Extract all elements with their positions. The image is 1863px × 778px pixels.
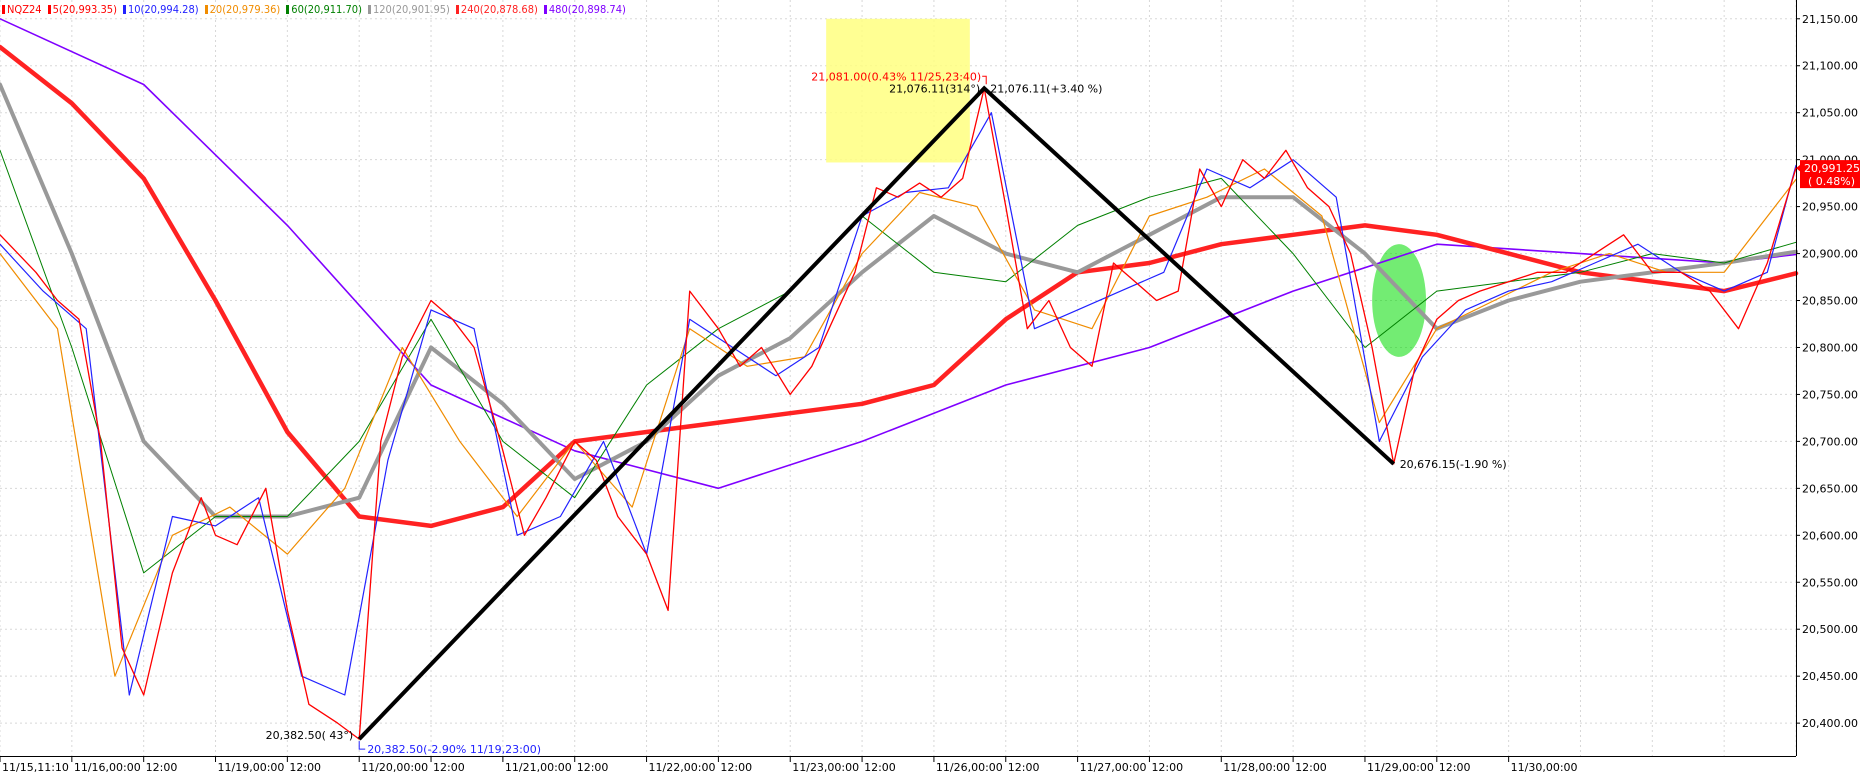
legend-swatch [286, 5, 290, 14]
y-tick-label: 20,800.00 [1802, 341, 1858, 354]
x-tick-label: 12:00 [864, 761, 896, 774]
legend-label: 240(20,878.68) [460, 3, 538, 16]
trough-label: 20,676.15(-1.90 %) [1400, 458, 1507, 471]
legend-swatch [122, 5, 126, 14]
x-tick-label: 11/23,00:00 [792, 761, 859, 774]
y-tick-label: 20,500.00 [1802, 623, 1858, 636]
legend-swatch [47, 5, 51, 14]
legend: NQZ24 5(20,993.35) 10(20,994.28) 20(20,979.… [2, 2, 632, 18]
x-tick-label: 12:00 [1008, 761, 1040, 774]
x-tick-label: 12:00 [146, 761, 178, 774]
annotations: 21,081.00(0.43% 11/25,23:40)21,076.11(31… [266, 70, 1860, 756]
low-bottom-label: 20,382.50(-2.90% 11/19,23:00) [367, 743, 541, 756]
y-tick-label: 20,400.00 [1802, 717, 1858, 730]
y-tick-label: 21,100.00 [1802, 60, 1858, 73]
x-tick-label: 12:00 [289, 761, 321, 774]
series-line-10 [0, 112, 1797, 696]
x-tick-label: 12:00 [1151, 761, 1183, 774]
low-bottom-marker [358, 741, 366, 750]
peak-right-label: 21,076.11(+3.40 %) [990, 82, 1102, 95]
x-tick-label: 11/28,00:00 [1223, 761, 1290, 774]
x-tick-label: 11/30,00:00 [1511, 761, 1578, 774]
legend-swatch [367, 5, 371, 14]
legend-swatch [2, 5, 5, 14]
legend-item: 60(20,911.70) [286, 3, 362, 16]
y-tick-label: 20,750.00 [1802, 388, 1858, 401]
x-tick-label: 11/15,11:10 [2, 761, 69, 774]
legend-item: 5(20,993.35) [47, 3, 117, 16]
y-tick-label: 20,950.00 [1802, 201, 1858, 214]
x-tick-label: 11/16,00:00 [74, 761, 141, 774]
chart: NQZ24 5(20,993.35) 10(20,994.28) 20(20,979.… [0, 0, 1863, 774]
legend-label: 120(20,901.95) [372, 3, 450, 16]
y-tick-label: 21,150.00 [1802, 13, 1858, 26]
x-tick-label: 11/27,00:00 [1080, 761, 1147, 774]
series-line-NQZ24 [0, 87, 1797, 740]
x-tick-label: 11/20,00:00 [361, 761, 428, 774]
current-change-label: ( 0.48%) [1808, 175, 1855, 188]
x-tick-label: 12:00 [577, 761, 609, 774]
current-price-label: 20,991.25 [1804, 162, 1860, 175]
legend-label: 60(20,911.70) [291, 3, 362, 16]
x-tick-label: 12:00 [1295, 761, 1327, 774]
x-tick-label: 11/29,00:00 [1367, 761, 1434, 774]
legend-label: 10(20,994.28) [127, 3, 199, 16]
legend-item: 240(20,878.68) [455, 3, 538, 16]
x-tick-label: 11/19,00:00 [218, 761, 285, 774]
legend-label: 5(20,993.35) [52, 3, 117, 16]
y-tick-label: 20,850.00 [1802, 295, 1858, 308]
legend-item: NQZ24 [2, 3, 42, 16]
legend-item: 120(20,901.95) [367, 3, 450, 16]
legend-item: 480(20,898.74) [543, 3, 626, 16]
x-tick-label: 12:00 [433, 761, 465, 774]
x-tick-label: 11/21,00:00 [505, 761, 572, 774]
y-tick-label: 20,700.00 [1802, 435, 1858, 448]
peak-high-marker [982, 75, 987, 85]
y-tick-label: 20,650.00 [1802, 482, 1858, 495]
y-tick-label: 20,600.00 [1802, 529, 1858, 542]
legend-swatch [543, 5, 547, 14]
legend-label: 20(20,979.36) [209, 3, 281, 16]
peak-left-label: 21,076.11(314°) [889, 82, 980, 95]
x-tick-label: 11/26,00:00 [936, 761, 1003, 774]
legend-item: 10(20,994.28) [122, 3, 199, 16]
y-tick-label: 21,050.00 [1802, 107, 1858, 120]
x-tick-label: 11/22,00:00 [649, 761, 716, 774]
x-tick-label: 12:00 [1439, 761, 1471, 774]
legend-swatch [204, 5, 208, 14]
low-left-label: 20,382.50( 43°) [266, 729, 354, 742]
chart-svg: 20,400.00 20,450.00 20,500.00 20,550.00 20,6… [0, 0, 1860, 774]
y-tick-label: 20,550.00 [1802, 576, 1858, 589]
legend-label: NQZ24 [7, 3, 42, 16]
legend-label: 480(20,898.74) [548, 3, 626, 16]
legend-swatch [455, 5, 459, 14]
y-tick-label: 20,900.00 [1802, 248, 1858, 261]
legend-item: 20(20,979.36) [204, 3, 281, 16]
y-tick-label: 20,450.00 [1802, 670, 1858, 683]
x-tick-label: 12:00 [720, 761, 752, 774]
highlight-ellipse [1372, 244, 1427, 357]
